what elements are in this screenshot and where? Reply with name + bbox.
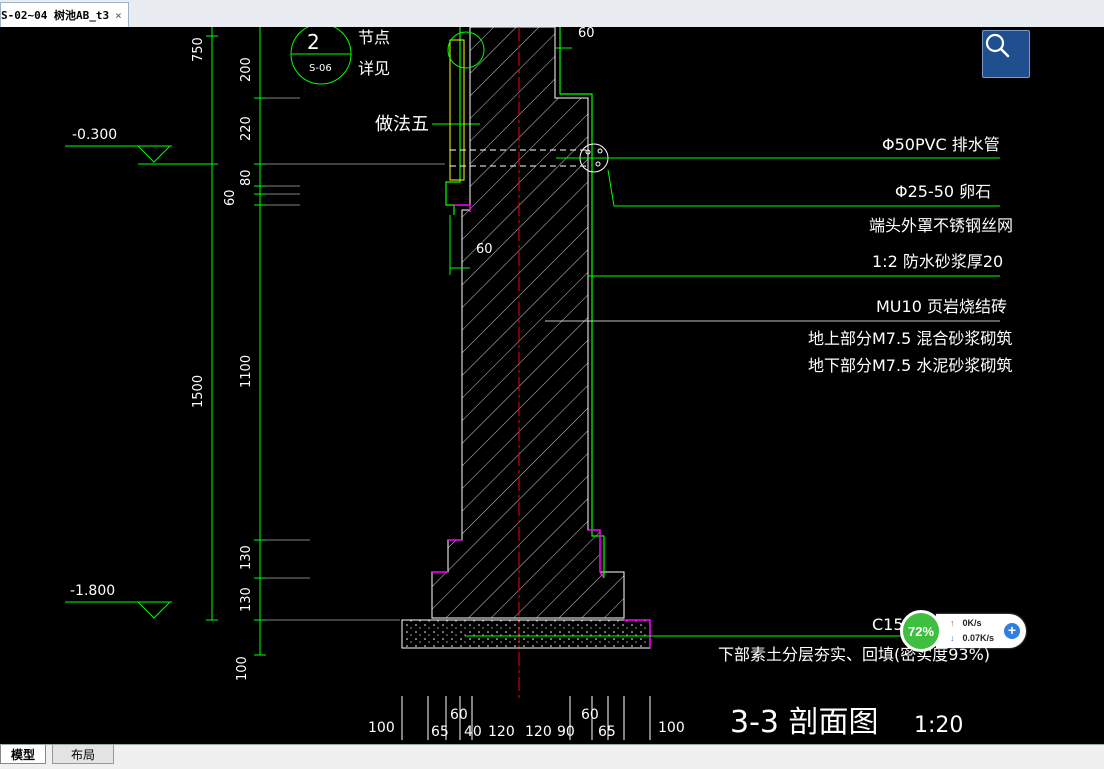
- bottom-dim-65-right: 65: [598, 724, 616, 740]
- callout-above-ground: 地上部分M7.5 混合砂浆砌筑: [808, 329, 1012, 348]
- dim-200: 200: [239, 57, 254, 82]
- extension-lines: [266, 97, 445, 621]
- callout-brick: MU10 页岩烧结砖: [876, 297, 1007, 316]
- tab-layout[interactable]: 布局: [52, 745, 115, 764]
- bottom-dim-120-a: 120: [488, 724, 515, 740]
- search-button[interactable]: [982, 30, 1030, 78]
- detail-line2: 详见: [358, 59, 390, 78]
- callout-gravel: Φ25-50 卵石: [895, 182, 991, 201]
- document-tab-title: S-02~04 树池AB_t3: [1, 9, 110, 22]
- tab-model[interactable]: 模型: [0, 745, 47, 764]
- upload-arrow-icon: ↑: [950, 618, 955, 628]
- foundation-c15: [401, 619, 651, 649]
- callout-drain-pipe: Φ50PVC 排水管: [882, 135, 1000, 154]
- dim-130-b: 130: [239, 587, 254, 612]
- bottom-dim-100-right: 100: [658, 720, 685, 736]
- tab-close-icon[interactable]: ×: [115, 9, 122, 22]
- dim-1500: 1500: [191, 375, 206, 408]
- callout-mortar: 1:2 防水砂浆厚20: [872, 252, 1003, 271]
- detail-line1: 节点: [358, 28, 390, 47]
- drawing-canvas[interactable]: 750 1500 100 200 220 80 60 1100 130 130 …: [0, 27, 1104, 744]
- dim-80: 80: [239, 169, 254, 186]
- elevation-top-label: -0.300: [72, 127, 117, 143]
- callout-mesh: 端头外罩不锈钢丝网: [869, 216, 1013, 235]
- elevation-bottom-label: -1.800: [70, 583, 115, 599]
- bottom-dim-60-right: 60: [581, 707, 599, 723]
- dim-130-a: 130: [239, 545, 254, 570]
- network-monitor-widget[interactable]: ↑ 0K/s ↓ 0.07K/s + 72%: [900, 610, 1026, 652]
- detail-sheet: S-06: [309, 63, 332, 74]
- download-speed: ↓ 0.07K/s: [950, 633, 995, 643]
- bottom-dim-90: 90: [557, 724, 575, 740]
- dim-60-side: 60: [476, 242, 493, 257]
- section-title: 3-3 剖面图: [730, 705, 879, 740]
- magnifier-icon: [985, 33, 1010, 58]
- elevation-marker-top: -0.300: [65, 127, 212, 165]
- section-scale: 1:20: [914, 713, 963, 738]
- bottom-dim-40: 40: [464, 724, 482, 740]
- dim-1100: 1100: [239, 355, 254, 388]
- bottom-dim-100-left: 100: [368, 720, 395, 736]
- elevation-marker-bottom: -1.800: [65, 583, 172, 619]
- download-arrow-icon: ↓: [950, 633, 955, 643]
- bottom-dim-120-b: 120: [525, 724, 552, 740]
- detail-number: 2: [307, 30, 320, 54]
- memory-percent-badge[interactable]: 72%: [900, 610, 942, 652]
- dim-60-top: 60: [578, 27, 595, 41]
- dim-100: 100: [235, 656, 250, 681]
- dim-60-left: 60: [223, 189, 238, 206]
- callout-below-ground: 地下部分M7.5 水泥砂浆砌筑: [808, 356, 1012, 375]
- method-label: 做法五: [375, 114, 429, 135]
- detail-reference: 2 S-06 节点 详见: [290, 27, 390, 85]
- document-tab[interactable]: S-02~04 树池AB_t3 ×: [0, 2, 129, 27]
- bottom-dim-65-left: 65: [431, 724, 449, 740]
- plus-icon[interactable]: +: [1004, 623, 1020, 639]
- document-tab-bar: S-02~04 树池AB_t3 ×: [0, 0, 1104, 28]
- network-speed-panel: ↑ 0K/s ↓ 0.07K/s +: [936, 614, 1026, 648]
- dim-ticks: [206, 35, 266, 656]
- plaster-line-left: [445, 27, 461, 215]
- layout-tab-bar: 模型 布局: [0, 744, 1104, 769]
- bottom-dim-60-left: 60: [450, 707, 468, 723]
- dim-750: 750: [191, 37, 206, 62]
- upload-speed: ↑ 0K/s: [950, 618, 982, 628]
- dim-220: 220: [239, 116, 254, 141]
